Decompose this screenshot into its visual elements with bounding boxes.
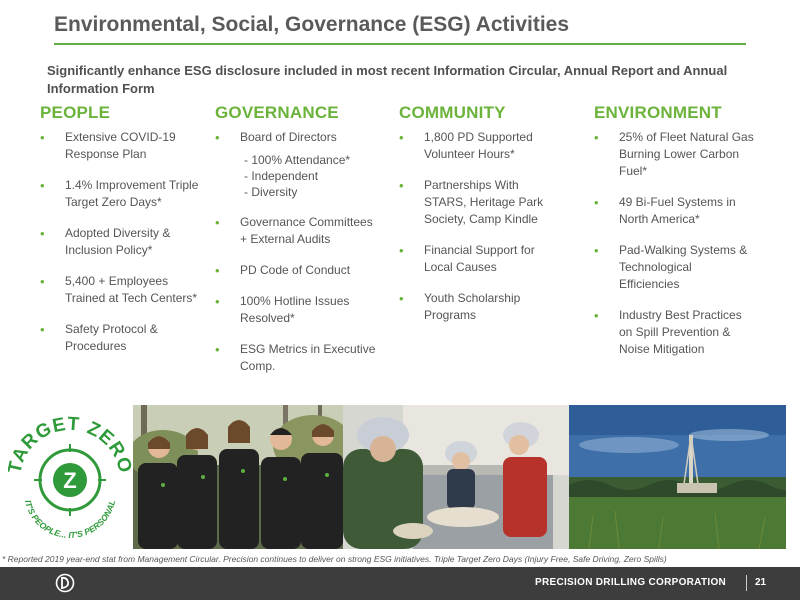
page-number: 21 [755,577,767,588]
people-item: Safety Protocol & Procedures [40,321,200,355]
community-item: Financial Support for Local Causes [399,242,549,276]
community-item: Youth Scholarship Programs [399,290,549,324]
community-item: Partnerships With STARS, Heritage Park S… [399,177,549,228]
environment-item: Industry Best Practices on Spill Prevent… [594,307,754,358]
target-zero-logo: TARGET ZERO Z IT'S PEOPLE... IT'S PERSON… [8,414,132,538]
community-item: 1,800 PD Supported Volunteer Hours* [399,129,549,163]
drilling-rig-landscape-photo [569,405,786,549]
people-item: Extensive COVID-19 Response Plan [40,129,200,163]
svg-text:IT'S PEOPLE... IT'S PERSONAL: IT'S PEOPLE... IT'S PERSONAL [23,499,117,538]
logo-bottom-text: IT'S PEOPLE... IT'S PERSONAL [23,499,117,538]
people-item: 5,400 + Employees Trained at Tech Center… [40,273,200,307]
environment-item: 25% of Fleet Natural Gas Burning Lower C… [594,129,754,180]
governance-item: Board of Directors - 100% Attendance* - … [215,129,380,200]
community-heading: COMMUNITY [399,103,506,122]
governance-item: Governance Committees + External Audits [215,214,380,248]
environment-column: ENVIRONMENT 25% of Fleet Natural Gas Bur… [594,103,754,372]
footnote: * Reported 2019 year-end stat from Manag… [2,554,667,564]
people-column: PEOPLE Extensive COVID-19 Response Plan … [40,103,200,369]
environment-item: Pad-Walking Systems & Technological Effi… [594,242,754,293]
precision-drilling-logo-icon [55,573,75,593]
governance-heading: GOVERNANCE [215,103,339,122]
governance-item-label: Board of Directors [240,130,337,144]
footer-divider [746,575,747,591]
governance-column: GOVERNANCE Board of Directors - 100% Att… [215,103,380,389]
board-subitem: - 100% Attendance* [244,153,351,167]
people-item: 1.4% Improvement Triple Target Zero Days… [40,177,200,211]
community-column: COMMUNITY 1,800 PD Supported Volunteer H… [399,103,549,338]
governance-item: 100% Hotline Issues Resolved* [215,293,380,327]
environment-item: 49 Bi-Fuel Systems in North America* [594,194,754,228]
people-heading: PEOPLE [40,103,111,122]
logo-center-letter: Z [63,468,76,493]
board-subitems: - 100% Attendance* - Independent - Diver… [240,152,380,200]
governance-item: PD Code of Conduct [215,262,380,279]
footer-bar: PRECISION DRILLING CORPORATION 21 [0,567,800,600]
board-subitem: - Diversity [244,185,298,199]
governance-item: ESG Metrics in Executive Comp. [215,341,380,375]
volunteers-kitchen-photo [343,405,569,549]
people-item: Adopted Diversity & Inclusion Policy* [40,225,200,259]
footer-company-name: PRECISION DRILLING CORPORATION [535,577,727,588]
environment-heading: ENVIRONMENT [594,103,722,122]
page-title: Environmental, Social, Governance (ESG) … [54,13,570,36]
board-subitem: - Independent [244,169,319,183]
employees-group-photo [133,405,343,549]
title-divider [54,43,746,45]
page-subtitle: Significantly enhance ESG disclosure inc… [47,63,728,96]
